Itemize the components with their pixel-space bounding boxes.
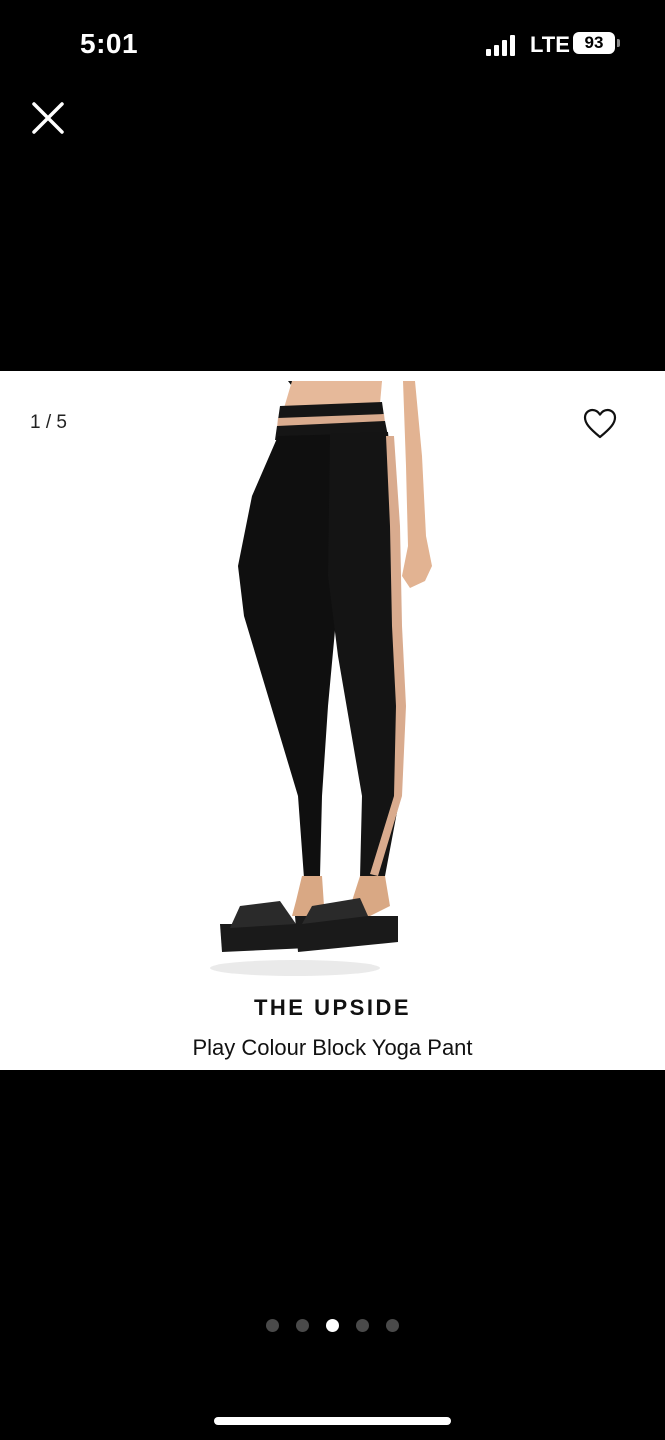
battery-tip bbox=[617, 39, 620, 47]
close-icon bbox=[32, 102, 64, 134]
status-time: 5:01 bbox=[80, 28, 139, 59]
product-brand[interactable]: THE UPSIDE bbox=[0, 995, 665, 1021]
heart-outline-icon bbox=[583, 408, 617, 439]
status-bar: 5:01 LTE 93 bbox=[0, 0, 665, 90]
page-dot-3[interactable] bbox=[326, 1319, 339, 1332]
product-image[interactable] bbox=[200, 376, 460, 981]
home-indicator[interactable] bbox=[214, 1417, 451, 1425]
close-button[interactable] bbox=[26, 96, 70, 140]
network-type: LTE bbox=[530, 32, 570, 57]
page-dot-2[interactable] bbox=[296, 1319, 309, 1332]
product-card[interactable]: 1 / 5 THE UPSIDE Play Colour Block Yoga … bbox=[0, 371, 665, 1070]
image-counter: 1 / 5 bbox=[30, 412, 67, 433]
favorite-button[interactable] bbox=[583, 408, 617, 440]
signal-icon bbox=[486, 34, 522, 56]
page-dot-1[interactable] bbox=[266, 1319, 279, 1332]
product-name[interactable]: Play Colour Block Yoga Pant bbox=[0, 1035, 665, 1061]
page-dot-5[interactable] bbox=[386, 1319, 399, 1332]
battery-icon: 93 bbox=[573, 32, 615, 54]
page-dot-4[interactable] bbox=[356, 1319, 369, 1332]
